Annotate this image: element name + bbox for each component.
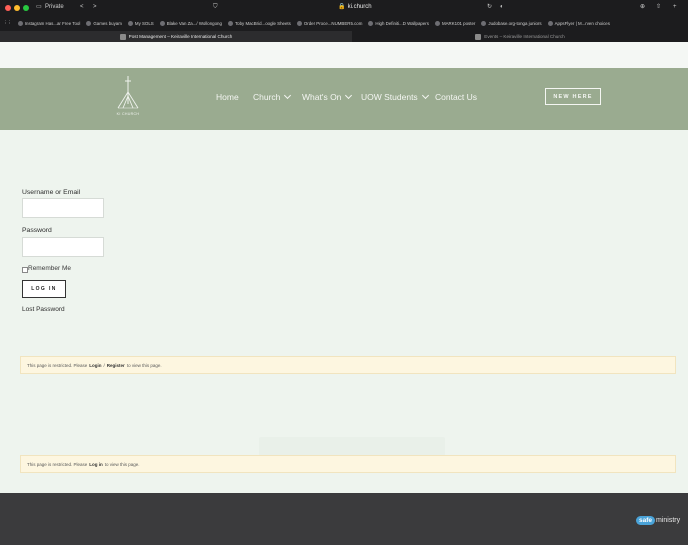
extension-icon[interactable]: ◐ [500, 3, 504, 11]
zoom-window-button[interactable] [23, 5, 29, 11]
bookmark-item[interactable]: AppsFlyer | M...rven choices [545, 18, 613, 28]
address-bar[interactable]: 🔒 ki.church [300, 3, 410, 10]
login-link[interactable]: Login [89, 363, 101, 368]
bookmark-item[interactable]: MARK101 poster [432, 18, 478, 28]
folder-icon [86, 20, 92, 26]
new-here-button[interactable]: NEW HERE [545, 88, 601, 105]
bookmarks-bar: ⋮⋮ Instagram Has...ar Free Tool Games bu… [0, 18, 688, 28]
favicon-icon [119, 33, 126, 40]
globe-icon [434, 20, 440, 26]
nav-uow-students[interactable]: UOW Students [361, 91, 429, 102]
share-icon[interactable]: ⇧ [656, 3, 661, 11]
reload-icon[interactable]: ↻ [487, 3, 492, 11]
password-label: Password [22, 227, 52, 234]
nav-church[interactable]: Church [253, 91, 292, 102]
close-window-button[interactable] [5, 5, 11, 11]
back-icon[interactable]: < [80, 3, 84, 11]
faded-overlay [259, 437, 445, 456]
chevron-down-icon [284, 91, 292, 100]
bookmark-item[interactable]: Toby MacBrid...oogle Sheets [225, 18, 294, 28]
bookmark-item[interactable]: Order Proce...NUMBER5.com [294, 18, 366, 28]
site-footer [0, 493, 688, 545]
username-input[interactable] [22, 198, 104, 218]
favicon-icon [475, 33, 482, 40]
url-text: ki.church [347, 4, 372, 10]
bookmark-grid-icon[interactable]: ⋮⋮ [0, 18, 15, 28]
bookmark-item[interactable]: Blake Van Za.../ Wollongong [157, 18, 225, 28]
password-input[interactable] [22, 237, 104, 257]
restricted-notice: This page is restricted. Please Log in t… [20, 455, 676, 473]
top-spacer [0, 42, 688, 68]
chevron-down-icon [345, 91, 353, 100]
safe-ministry-logo[interactable]: safe ministry [636, 516, 680, 525]
new-tab-icon[interactable]: + [673, 3, 677, 11]
remember-me-label: Remember Me [28, 265, 71, 272]
bookmark-item[interactable]: High Definiti...D Wallpapers [365, 18, 432, 28]
globe-icon [547, 20, 553, 26]
bookmark-item[interactable]: My SOLS [125, 18, 157, 28]
globe-icon [481, 20, 487, 26]
tab-post-management[interactable]: Post Management – Keiraville Internation… [0, 31, 352, 42]
lost-password-link[interactable]: Lost Password [22, 306, 65, 313]
login-link[interactable]: Log in [89, 462, 103, 467]
forward-icon[interactable]: > [93, 3, 97, 11]
nav-whats-on[interactable]: What's On [302, 91, 353, 102]
bookmark-item[interactable]: Games buyam [83, 18, 125, 28]
username-label: Username or Email [22, 189, 81, 196]
logo-text: KI CHURCH [116, 112, 140, 116]
site-icon [159, 20, 165, 26]
globe-icon [17, 20, 23, 26]
tab-events[interactable]: Events – Keiraville International Church [352, 31, 688, 42]
nav-contact-us[interactable]: Contact Us [435, 92, 477, 102]
register-link[interactable]: Register [107, 363, 125, 368]
browser-toolbar: ▭ Private < > ⛉ 🔒 ki.church ↻ ◐ ⊕ ⇧ + ⋮⋮… [0, 0, 688, 42]
bookmark-item[interactable]: Instagram Has...ar Free Tool [15, 18, 84, 28]
shield-icon[interactable]: ⛉ [213, 3, 218, 11]
site-icon [227, 20, 233, 26]
site-icon [296, 20, 302, 26]
nav-home[interactable]: Home [216, 92, 239, 102]
leaf-icon [368, 20, 374, 26]
bookmark-item[interactable]: Judobase.org-tonga juniors [478, 18, 544, 28]
minimize-window-button[interactable] [14, 5, 20, 11]
globe-icon [127, 20, 133, 26]
login-button[interactable]: LOG IN [22, 280, 66, 298]
restricted-notice: This page is restricted. Please Login / … [20, 356, 676, 374]
download-icon[interactable]: ⊕ [640, 3, 645, 11]
private-label: Private [45, 4, 64, 10]
sidebar-icon[interactable]: ▭ [36, 3, 42, 11]
chevron-down-icon [421, 91, 429, 100]
